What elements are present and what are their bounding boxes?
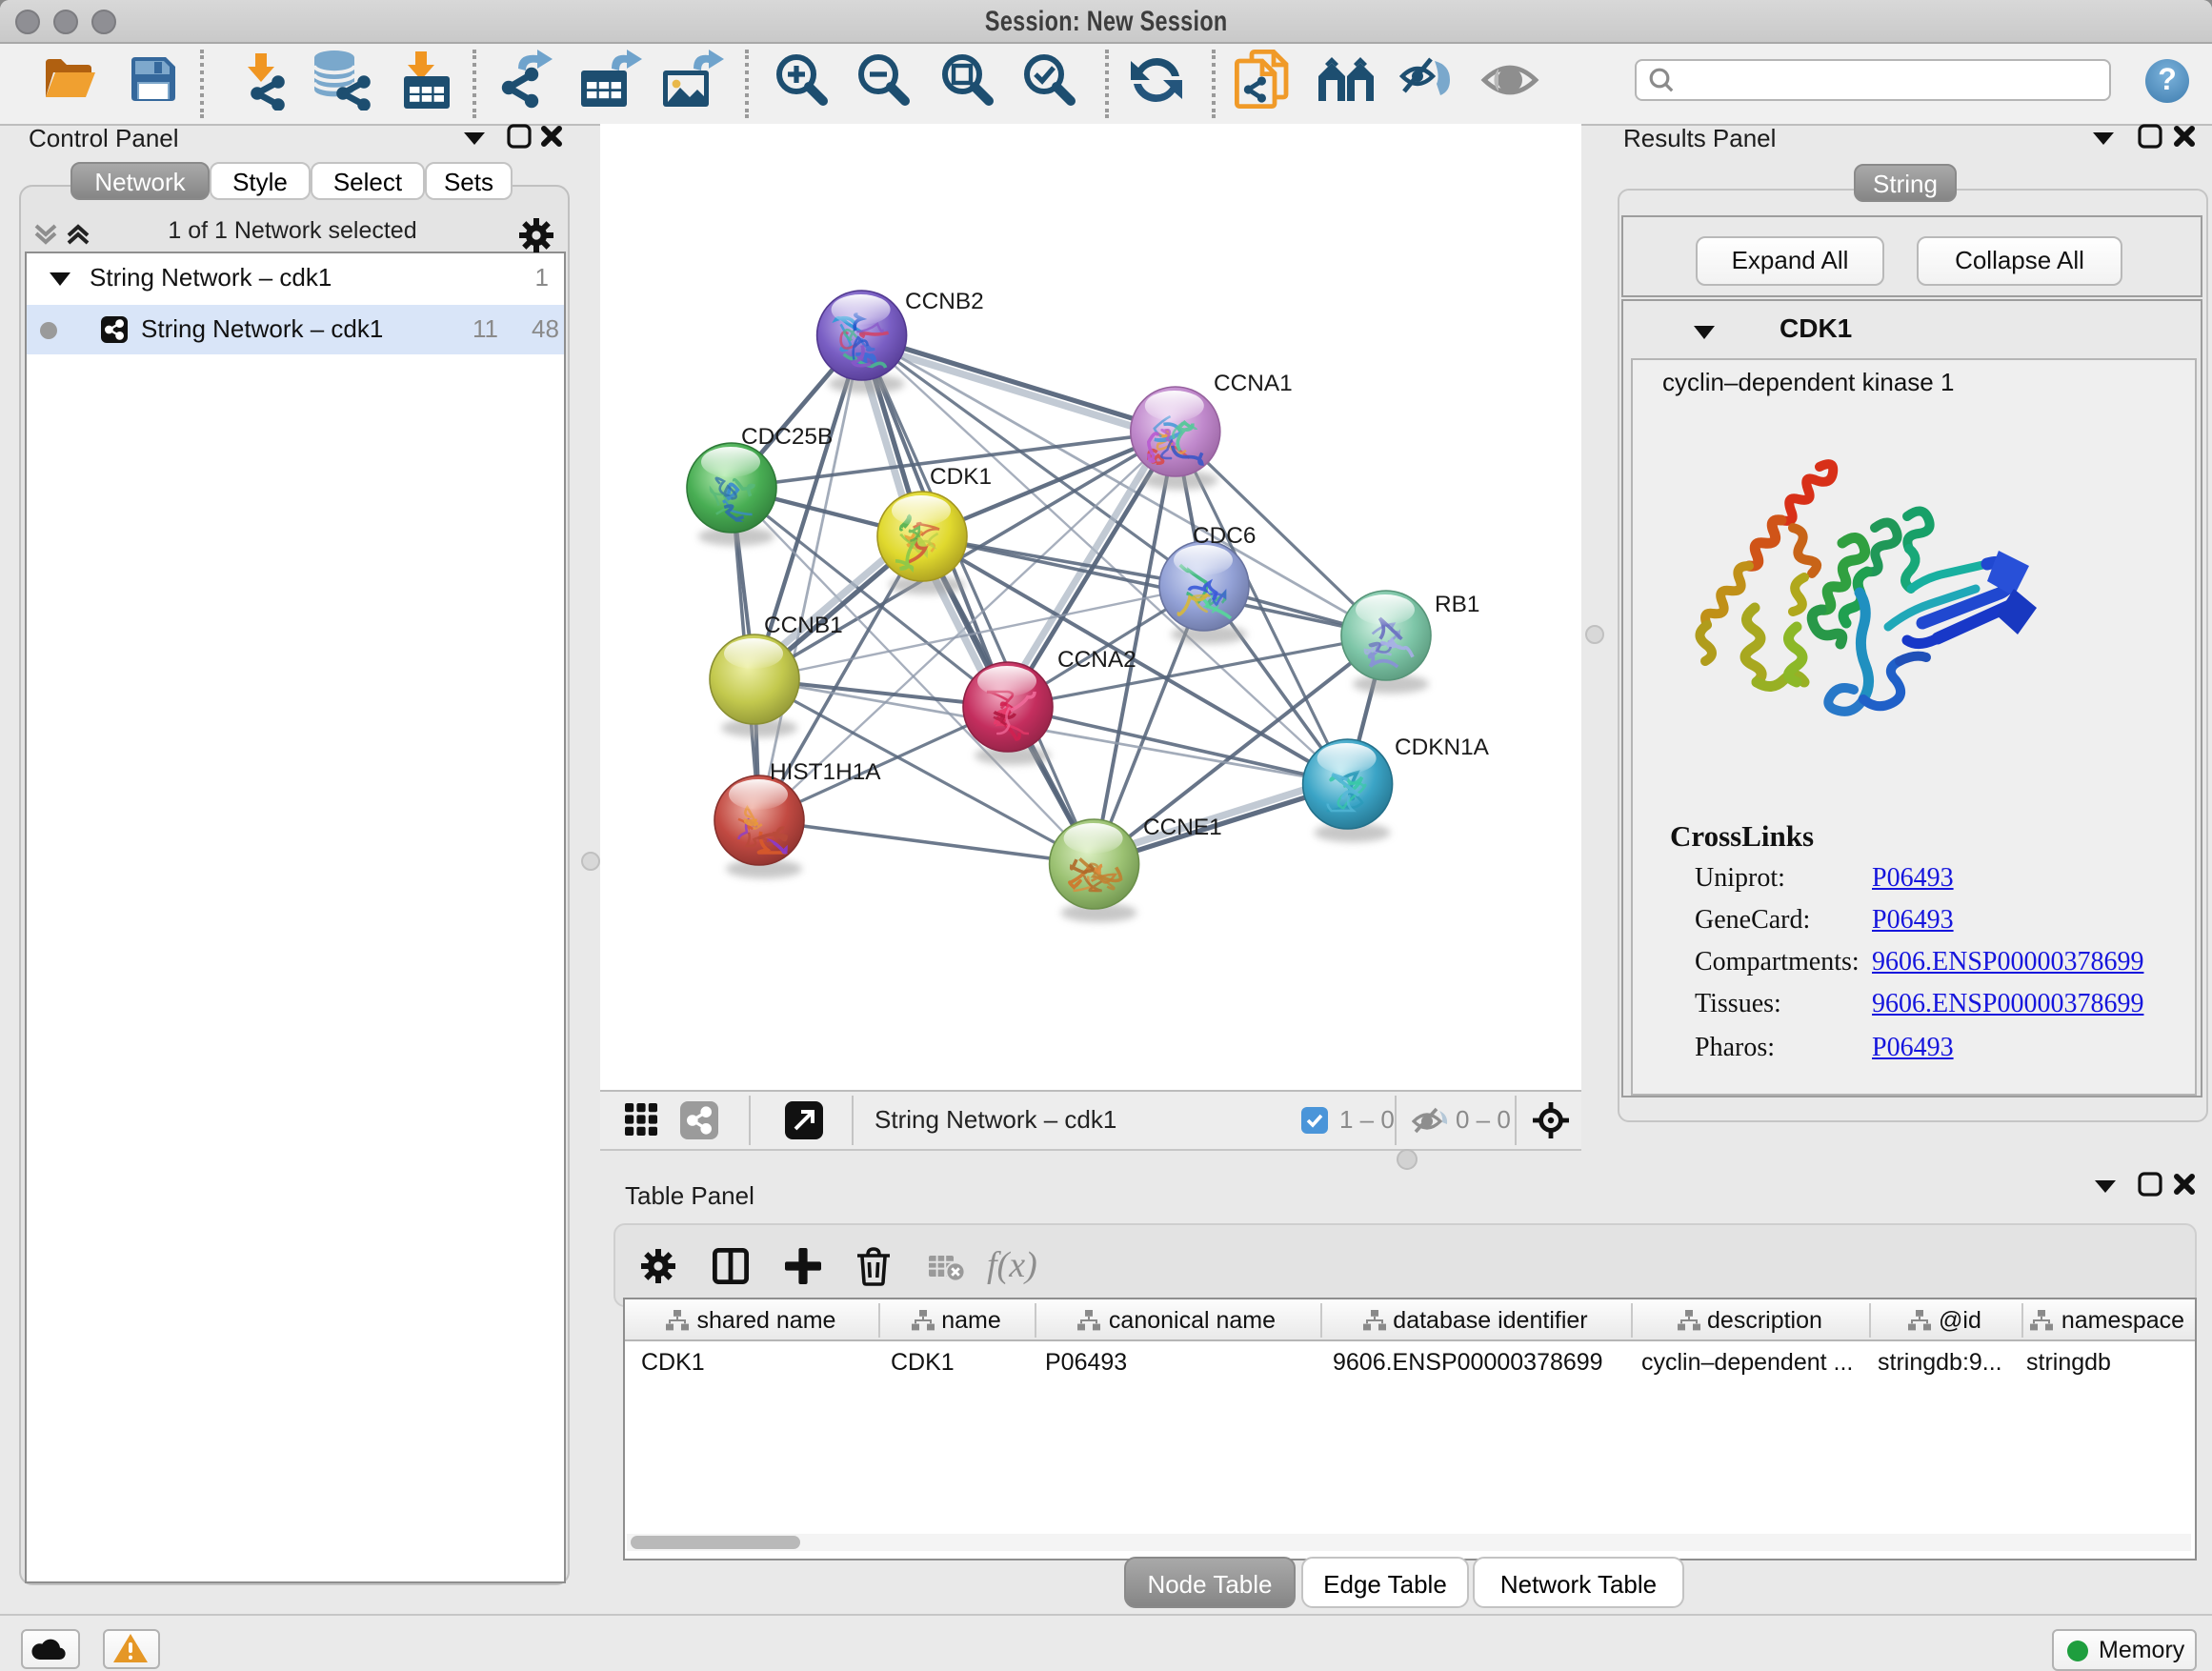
svg-text:CDC25B: CDC25B — [741, 424, 833, 450]
svg-text:CCNB1: CCNB1 — [764, 613, 843, 638]
svg-text:CDC6: CDC6 — [1193, 523, 1256, 549]
svg-text:RB1: RB1 — [1435, 592, 1479, 617]
svg-text:CCNE1: CCNE1 — [1143, 815, 1222, 840]
svg-text:CCNA1: CCNA1 — [1214, 371, 1293, 396]
svg-text:HIST1H1A: HIST1H1A — [770, 759, 881, 785]
svg-text:CDKN1A: CDKN1A — [1395, 735, 1490, 760]
svg-text:CDK1: CDK1 — [930, 464, 992, 490]
svg-text:CCNB2: CCNB2 — [905, 289, 984, 314]
svg-text:CCNA2: CCNA2 — [1057, 647, 1136, 673]
